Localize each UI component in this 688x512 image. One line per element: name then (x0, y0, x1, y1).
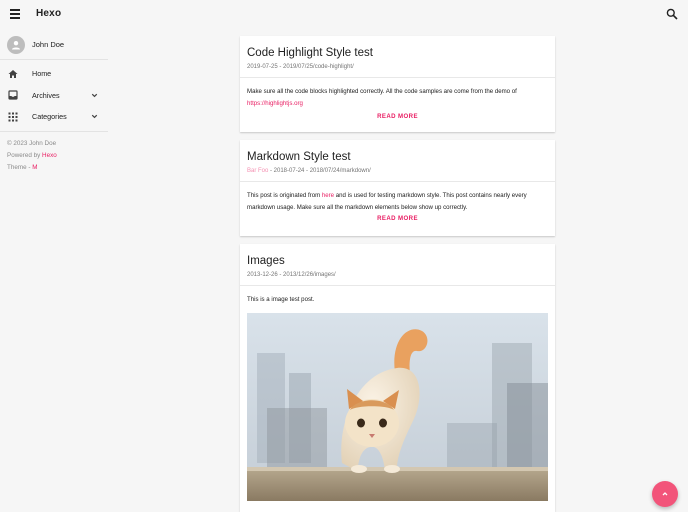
search-icon[interactable] (666, 8, 678, 20)
post-meta-text: - 2018-07-24 - 2018/07/24/markdown/ (268, 168, 371, 174)
post-meta: Bar Foo - 2018-07-24 - 2018/07/24/markdo… (247, 168, 548, 174)
app-bar: Hexo (0, 0, 688, 30)
read-more-button[interactable]: READ MORE (240, 109, 555, 128)
powered-prefix: Powered by (7, 151, 43, 159)
sidebar-item-label: Categories (32, 112, 67, 122)
post-excerpt: This post is originated from here and is… (240, 182, 555, 213)
post-title[interactable]: Markdown Style test (247, 151, 548, 163)
chevron-up-icon (662, 492, 668, 496)
here-link[interactable]: here (322, 192, 334, 199)
author-link[interactable]: Bar Foo (247, 168, 268, 174)
post-card: Images 2013-12-26 - 2013/12/26/images/ T… (240, 244, 555, 512)
theme-prefix: Theme - (7, 163, 33, 171)
menu-icon[interactable] (7, 6, 23, 22)
post-meta: 2013-12-26 - 2013/12/26/images/ (247, 272, 336, 278)
archive-icon (8, 90, 18, 100)
excerpt-text: This is a image test post. (247, 296, 315, 303)
post-title[interactable]: Images (247, 255, 548, 267)
chevron-down-icon[interactable] (90, 112, 99, 121)
sidebar: John Doe Home Archives Categories © 2023… (0, 30, 108, 512)
theme-text: Theme - M (7, 162, 108, 174)
highlightjs-link[interactable]: https://highlightjs.org (247, 98, 548, 110)
post-header: Code Highlight Style test 2019-07-25 - 2… (240, 36, 555, 78)
cat-image (247, 312, 548, 501)
sidebar-nav: Home Archives Categories (0, 60, 108, 132)
post-title[interactable]: Code Highlight Style test (247, 47, 548, 59)
chevron-down-icon[interactable] (90, 91, 99, 100)
sidebar-footer: © 2023 John Doe Powered by Hexo Theme - … (0, 132, 108, 174)
post-header: Markdown Style test Bar Foo - 2018-07-24… (240, 140, 555, 182)
user-name: John Doe (32, 40, 65, 49)
post-card: Markdown Style test Bar Foo - 2018-07-24… (240, 140, 555, 236)
theme-link[interactable]: M (32, 164, 37, 171)
user-profile[interactable]: John Doe (0, 30, 108, 60)
scroll-to-top-button[interactable] (652, 481, 678, 507)
post-header: Images 2013-12-26 - 2013/12/26/images/ (240, 244, 555, 286)
copyright-text: © 2023 John Doe (7, 139, 57, 147)
read-more-button[interactable]: READ MORE (240, 213, 555, 230)
home-icon (8, 69, 18, 78)
post-card: Code Highlight Style test 2019-07-25 - 2… (240, 36, 555, 132)
person-icon (12, 40, 20, 49)
post-excerpt: Make sure all the code blocks highlighte… (240, 78, 555, 109)
sidebar-item-label: Home (32, 69, 52, 79)
powered-by-text: Powered by Hexo (7, 150, 108, 162)
sidebar-item-categories[interactable]: Categories (0, 106, 108, 128)
sidebar-item-home[interactable]: Home (0, 63, 108, 85)
avatar (7, 35, 25, 54)
post-excerpt: This is a image test post. (240, 286, 555, 306)
sidebar-item-label: Archives (32, 90, 60, 100)
sidebar-item-archives[interactable]: Archives (0, 85, 108, 107)
app-title[interactable]: Hexo (36, 8, 61, 19)
grid-icon (8, 112, 18, 122)
kitten-photo (247, 312, 548, 501)
excerpt-prefix: This post is originated from (247, 192, 322, 199)
excerpt-text: Make sure all the code blocks highlighte… (247, 88, 517, 95)
post-meta: 2019-07-25 - 2019/07/25/code-highlight/ (247, 64, 354, 70)
hexo-link[interactable]: Hexo (42, 152, 57, 159)
